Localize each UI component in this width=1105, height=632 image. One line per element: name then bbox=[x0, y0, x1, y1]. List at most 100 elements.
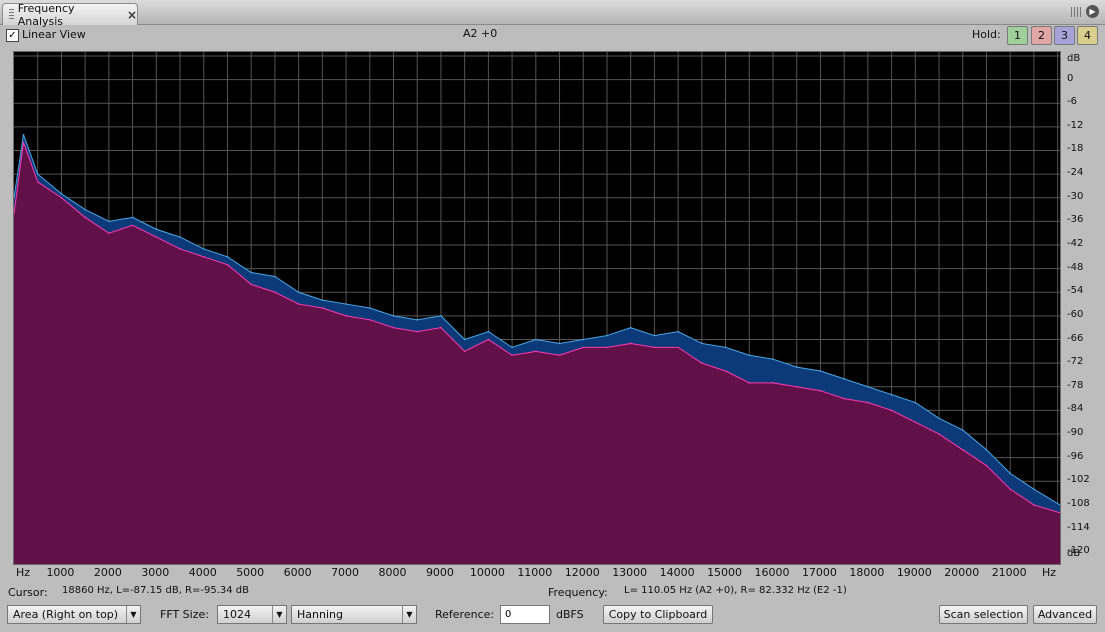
data-point bbox=[724, 346, 727, 349]
data-point bbox=[701, 342, 703, 345]
scan-selection-button[interactable]: Scan selection bbox=[939, 605, 1028, 624]
data-point bbox=[226, 263, 229, 266]
drag-grip-icon[interactable] bbox=[9, 8, 14, 21]
hold-button-1[interactable]: 1 bbox=[1007, 26, 1028, 45]
advanced-button[interactable]: Advanced bbox=[1033, 605, 1097, 624]
data-point bbox=[843, 378, 845, 380]
y-tick-label: -114 bbox=[1067, 521, 1090, 533]
hold-button-2[interactable]: 2 bbox=[1031, 26, 1052, 45]
data-point bbox=[748, 354, 751, 357]
copy-to-clipboard-button[interactable]: Copy to Clipboard bbox=[603, 605, 713, 624]
y-axis: dB 0 -6 -12 -18 -24 -30 -36 -42 -48 -54 -60 -66 -72 -7… bbox=[1060, 51, 1100, 563]
y-tick-label: 0 bbox=[1067, 72, 1074, 84]
y-tick-label: -42 bbox=[1067, 237, 1084, 249]
data-point bbox=[511, 346, 513, 349]
tab-frequency-analysis[interactable]: Frequency Analysis × bbox=[2, 1, 138, 28]
view-mode-select[interactable]: Area (Right on top) ▼ bbox=[7, 605, 141, 624]
data-point bbox=[1033, 488, 1035, 490]
data-point bbox=[914, 421, 917, 424]
data-point bbox=[843, 397, 845, 400]
data-point bbox=[724, 370, 727, 372]
data-point bbox=[60, 196, 63, 199]
x-tick-label: 18000 bbox=[849, 566, 885, 579]
y-tick-label: -6 bbox=[1067, 96, 1077, 108]
status-bar: Cursor: 18860 Hz, L=-87.15 dB, R=-95.34 … bbox=[0, 584, 1105, 602]
x-tick-label: 3000 bbox=[141, 566, 170, 579]
y-tick-label: -18 bbox=[1067, 143, 1084, 155]
data-point bbox=[772, 382, 774, 384]
spectrum-chart bbox=[13, 52, 1061, 564]
frequency-label: Frequency: bbox=[548, 586, 608, 599]
data-point bbox=[1009, 472, 1011, 475]
hold-button-4[interactable]: 4 bbox=[1077, 26, 1098, 45]
linear-view-checkbox[interactable]: ✓ bbox=[6, 29, 19, 42]
data-point bbox=[392, 315, 395, 317]
frequency-plot[interactable] bbox=[13, 51, 1061, 565]
data-point bbox=[938, 417, 940, 420]
window-value: Hanning bbox=[297, 608, 343, 621]
panel-menu-icon[interactable]: ▶ bbox=[1086, 5, 1099, 18]
x-tick-label: 15000 bbox=[707, 566, 743, 579]
data-point bbox=[22, 141, 25, 144]
x-tick-label: 13000 bbox=[612, 566, 648, 579]
data-point bbox=[274, 291, 276, 294]
series-area-2 bbox=[14, 142, 1060, 564]
x-tick-label: 16000 bbox=[754, 566, 790, 579]
cursor-label: Cursor: bbox=[8, 586, 48, 599]
data-point bbox=[416, 330, 419, 333]
data-point bbox=[795, 385, 798, 388]
y-tick-label: -24 bbox=[1067, 167, 1084, 179]
data-point bbox=[961, 429, 964, 431]
bottom-controls: Area (Right on top) ▼ FFT Size: 1024 ▼ H… bbox=[0, 604, 1105, 628]
data-point bbox=[36, 173, 39, 175]
y-tick-label: -36 bbox=[1067, 214, 1084, 226]
x-unit-label: Hz bbox=[1041, 566, 1057, 579]
hold-label: Hold: bbox=[972, 28, 1001, 41]
data-point bbox=[1033, 504, 1035, 506]
x-tick-label: 1000 bbox=[46, 566, 75, 579]
data-point bbox=[748, 382, 751, 384]
data-point bbox=[60, 192, 63, 195]
data-point bbox=[84, 208, 86, 211]
y-tick-label: -48 bbox=[1067, 261, 1084, 273]
x-tick-label: 7000 bbox=[331, 566, 360, 579]
y-tick-label: -90 bbox=[1067, 427, 1084, 439]
hold-button-3[interactable]: 3 bbox=[1054, 26, 1075, 45]
window-select[interactable]: Hanning ▼ bbox=[291, 605, 417, 624]
data-point bbox=[463, 338, 466, 341]
frequency-value: L= 110.05 Hz (A2 +0), R= 82.332 Hz (E2 -… bbox=[624, 585, 847, 596]
fft-size-select[interactable]: 1024 ▼ bbox=[217, 605, 287, 624]
data-point bbox=[250, 283, 252, 286]
data-point bbox=[938, 433, 940, 435]
data-point bbox=[345, 303, 347, 305]
y-tick-label: -102 bbox=[1067, 474, 1090, 486]
x-tick-label: 19000 bbox=[896, 566, 932, 579]
x-tick-label: 20000 bbox=[944, 566, 980, 579]
data-point bbox=[772, 358, 774, 361]
x-tick-label: 10000 bbox=[469, 566, 505, 579]
view-mode-value: Area (Right on top) bbox=[13, 608, 119, 621]
data-point bbox=[535, 350, 537, 353]
reference-label: Reference: bbox=[435, 608, 495, 621]
y-tick-label: -60 bbox=[1067, 308, 1084, 320]
data-point bbox=[677, 330, 679, 333]
data-point bbox=[606, 334, 608, 337]
y-tick-label: -12 bbox=[1067, 119, 1084, 131]
y-tick-label: -54 bbox=[1067, 285, 1084, 297]
close-icon[interactable]: × bbox=[127, 8, 137, 22]
data-point bbox=[463, 350, 466, 353]
panel-grip-icon[interactable] bbox=[1071, 7, 1081, 17]
data-point bbox=[985, 448, 988, 451]
x-axis: Hz 1000 2000 3000 4000 5000 6000 7000 8000 9000 10… bbox=[13, 564, 1059, 580]
y-tick-label: -72 bbox=[1067, 356, 1084, 368]
y-tick-label: -66 bbox=[1067, 332, 1084, 344]
data-point bbox=[511, 354, 513, 357]
data-point bbox=[22, 133, 25, 136]
data-point bbox=[653, 346, 656, 349]
chevron-down-icon: ▼ bbox=[402, 606, 416, 623]
dbfs-label: dBFS bbox=[556, 608, 584, 621]
panel-title-bar: Frequency Analysis × ▶ bbox=[0, 0, 1105, 28]
reference-input[interactable] bbox=[500, 605, 550, 624]
y-tick-label: -108 bbox=[1067, 497, 1090, 509]
tab-label: Frequency Analysis bbox=[17, 1, 75, 28]
